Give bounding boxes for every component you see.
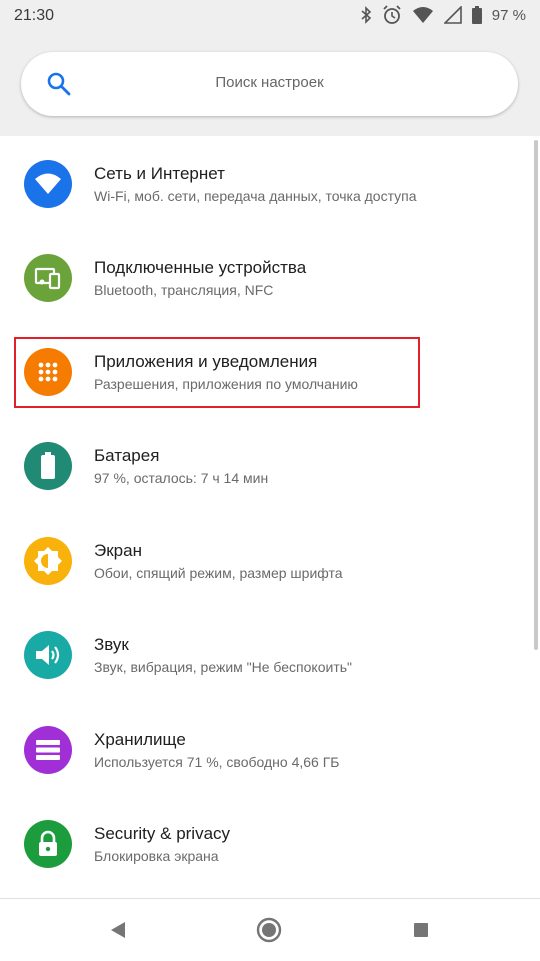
settings-item-subtitle: Обои, спящий режим, размер шрифта [94, 565, 343, 581]
settings-item-title: Security & privacy [94, 824, 231, 843]
settings-item-subtitle: Bluetooth, трансляция, NFC [94, 282, 274, 298]
home-icon [256, 917, 282, 943]
settings-item-battery[interactable]: Батарея 97 %, осталось: 7 ч 14 мин [0, 418, 540, 512]
highlight-frame [14, 337, 420, 408]
settings-item-title: Подключенные устройства [94, 258, 307, 277]
settings-item-subtitle: Используется 71 %, свободно 4,66 ГБ [94, 754, 340, 770]
settings-item-subtitle: Блокировка экрана [94, 848, 219, 864]
back-icon [111, 922, 125, 938]
settings-item-title: Батарея [94, 446, 160, 465]
settings-item-subtitle: 97 %, осталось: 7 ч 14 мин [94, 470, 269, 486]
settings-item-network[interactable]: Сеть и Интернет Wi-Fi, моб. сети, переда… [0, 136, 540, 230]
settings-item-security[interactable]: Security & privacy Блокировка экрана [0, 796, 540, 890]
status-time: 21:30 [14, 7, 55, 24]
home-button[interactable] [254, 915, 284, 945]
battery-percent: 97 % [491, 6, 526, 24]
storage-icon [24, 726, 72, 774]
lock-icon [24, 820, 72, 868]
settings-item-display[interactable]: Экран Обои, спящий режим, размер шрифта [0, 513, 540, 607]
bluetooth-icon [361, 6, 371, 24]
back-button[interactable] [103, 915, 133, 945]
settings-item-subtitle: Wi-Fi, моб. сети, передача данных, точка… [94, 188, 417, 204]
brightness-icon [24, 537, 72, 585]
scrollbar[interactable] [534, 140, 538, 650]
wifi-icon [412, 7, 433, 23]
settings-item-title: Хранилище [94, 730, 186, 749]
no-signal-icon [443, 6, 462, 24]
alarm-icon [383, 5, 401, 24]
battery-icon [24, 442, 72, 490]
settings-item-subtitle: Звук, вибрация, режим "Не беспокоить" [94, 659, 352, 675]
settings-item-title: Сеть и Интернет [94, 164, 225, 183]
status-icons: 97 % [360, 5, 526, 25]
search-header: Поиск настроек [0, 33, 540, 136]
search-placeholder: Поиск настроек [215, 74, 324, 91]
battery-icon [471, 6, 482, 24]
recents-icon [414, 923, 428, 937]
status-bar: 21:30 97 % [0, 0, 540, 33]
devices-icon [24, 254, 72, 302]
settings-item-storage[interactable]: Хранилище Используется 71 %, свободно 4,… [0, 702, 540, 796]
recents-button[interactable] [406, 915, 436, 945]
volume-icon [24, 631, 72, 679]
wifi-icon [24, 160, 72, 208]
settings-item-title: Звук [94, 635, 129, 654]
settings-item-title: Экран [94, 541, 142, 560]
navigation-bar [0, 898, 540, 961]
search-bar[interactable]: Поиск настроек [21, 52, 518, 116]
settings-item-connected-devices[interactable]: Подключенные устройства Bluetooth, транс… [0, 230, 540, 324]
settings-item-sound[interactable]: Звук Звук, вибрация, режим "Не беспокоит… [0, 607, 540, 701]
